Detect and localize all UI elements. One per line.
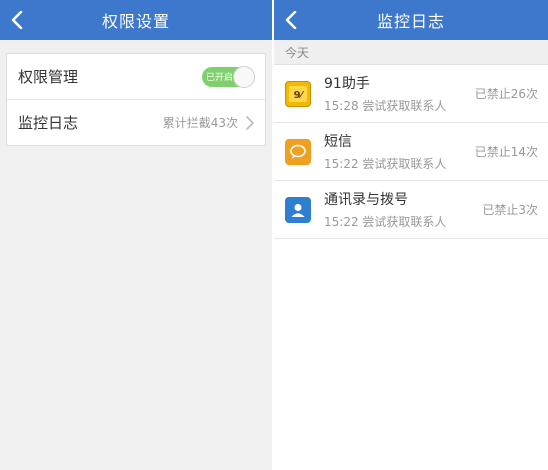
permission-management-row: 权限管理 已开启 [7, 54, 265, 99]
chevron-left-icon [285, 11, 297, 29]
monitor-log-screen: 监控日志 今天 9⁄ 91助手 15:28 尝试获取联系人 已禁止26次 短信 … [274, 0, 548, 470]
app-name: 91助手 [324, 76, 370, 92]
page-title: 权限设置 [101, 12, 170, 31]
toggle-knob [233, 65, 255, 88]
section-header-today: 今天 [274, 40, 548, 65]
log-item[interactable]: 通讯录与拨号 15:22 尝试获取联系人 已禁止3次 [274, 181, 548, 239]
log-info: 通讯录与拨号 15:22 尝试获取联系人 [324, 189, 482, 230]
settings-card: 权限管理 已开启 监控日志 累计拦截43次 [6, 53, 266, 146]
title-bar: 权限设置 [0, 0, 272, 40]
title-bar: 监控日志 [274, 0, 548, 40]
app-name: 短信 [324, 134, 352, 150]
log-item[interactable]: 9⁄ 91助手 15:28 尝试获取联系人 已禁止26次 [274, 65, 548, 123]
91-assistant-icon: 9⁄ [285, 80, 311, 107]
permission-settings-screen: 权限设置 权限管理 已开启 监控日志 累计拦截43次 [0, 0, 272, 470]
intercept-count: 累计拦截43次 [162, 116, 238, 130]
blocked-count: 已禁止26次 [474, 87, 538, 101]
chevron-left-icon [11, 11, 23, 29]
row-label: 权限管理 [18, 68, 79, 86]
chevron-right-icon [246, 115, 254, 130]
contacts-icon [285, 196, 311, 223]
back-button[interactable] [280, 6, 302, 34]
back-button[interactable] [6, 6, 28, 34]
blocked-count: 已禁止14次 [474, 145, 538, 159]
page-title: 监控日志 [376, 12, 445, 31]
log-description: 15:22 尝试获取联系人 [324, 157, 447, 171]
sms-icon [285, 138, 311, 165]
log-description: 15:28 尝试获取联系人 [324, 99, 447, 113]
log-description: 15:22 尝试获取联系人 [324, 215, 447, 229]
permission-toggle[interactable]: 已开启 [202, 65, 255, 88]
log-info: 短信 15:22 尝试获取联系人 [324, 131, 475, 172]
log-item[interactable]: 短信 15:22 尝试获取联系人 已禁止14次 [274, 123, 548, 181]
monitor-log-row[interactable]: 监控日志 累计拦截43次 [7, 99, 265, 145]
log-info: 91助手 15:28 尝试获取联系人 [324, 73, 475, 114]
row-label: 监控日志 [18, 114, 79, 132]
blocked-count: 已禁止3次 [482, 203, 538, 217]
toggle-state-label: 已开启 [206, 72, 234, 83]
app-name: 通讯录与拨号 [324, 192, 408, 208]
